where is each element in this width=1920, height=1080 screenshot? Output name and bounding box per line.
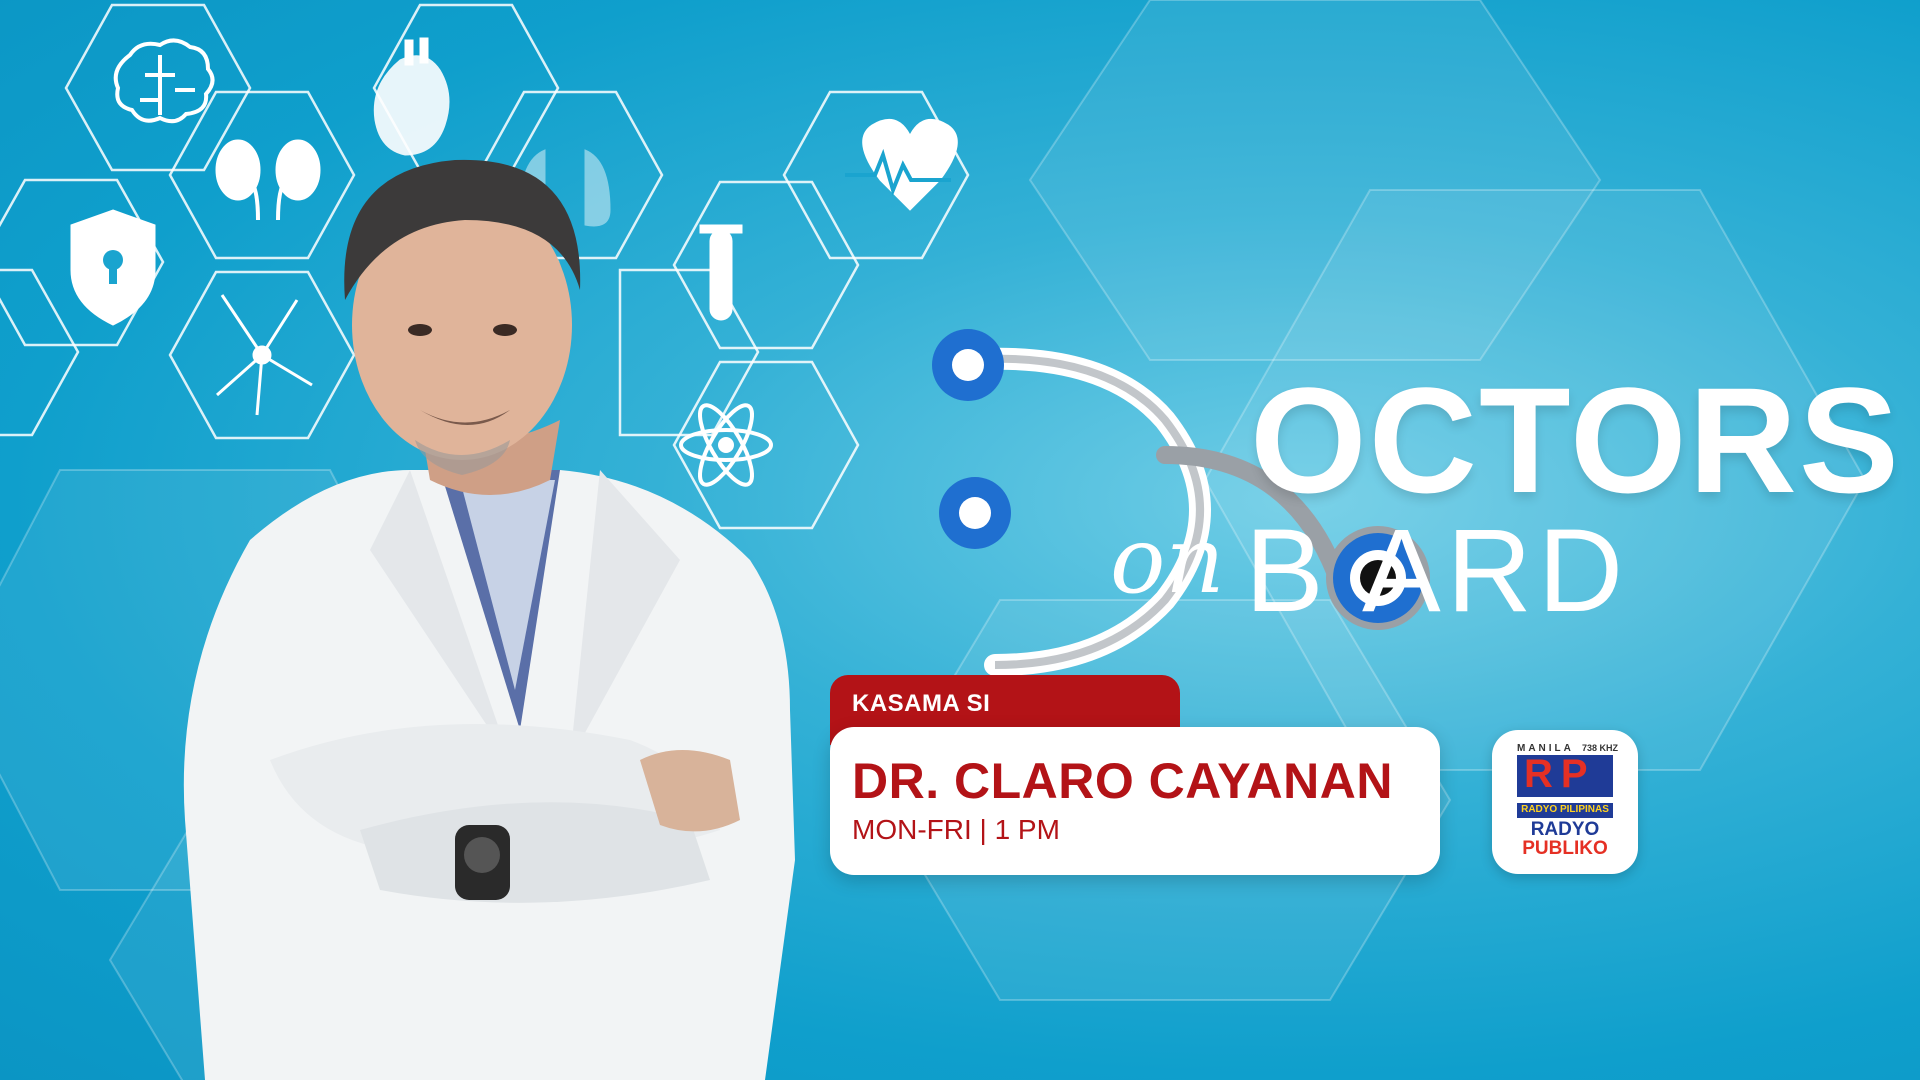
- schedule: MON-FRI | 1 PM: [852, 814, 1060, 845]
- brand-publiko: PUBLIKO: [1522, 838, 1608, 859]
- rp-mark: RP: [1524, 752, 1596, 796]
- network-name: RADYO PILIPINAS: [1521, 804, 1609, 815]
- brand-radyo: RADYO: [1530, 819, 1600, 840]
- stethoscope-icon: [932, 329, 1430, 676]
- kasama-label: KASAMA SI: [852, 690, 991, 717]
- host-name: DR. CLARO CAYANAN: [852, 753, 1393, 809]
- promo-banner: OCTORS on B ARD KASAMA SI DR. CLARO CAYA…: [0, 0, 1920, 1080]
- show-title-doctors: OCTORS: [1250, 356, 1901, 524]
- show-title-board: B ARD: [1245, 505, 1630, 637]
- show-title-on: on: [1110, 507, 1225, 614]
